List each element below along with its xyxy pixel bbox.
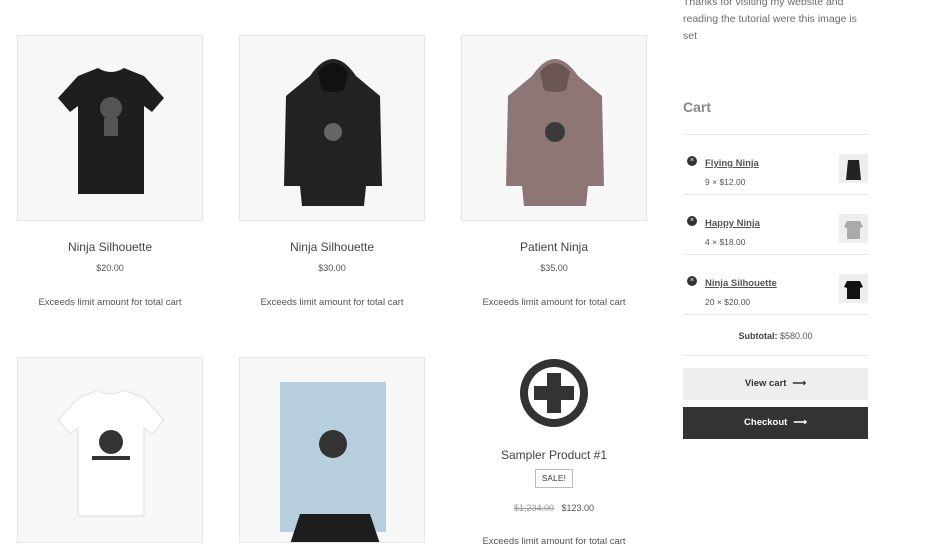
product-note: Exceeds limit amount for total cart	[38, 297, 182, 308]
arrow-right-icon: ⟶	[793, 417, 807, 428]
cart-item-quantity: 4 × $18.00	[705, 237, 746, 247]
product-card: Ninja Silhouette $20.00 Exceeds limit am…	[17, 35, 203, 308]
subtotal-label: Subtotal:	[738, 331, 778, 341]
checkout-button[interactable]: Checkout ⟶	[683, 407, 868, 439]
product-note: Exceeds limit amount for total cart	[482, 297, 626, 308]
product-title[interactable]: Ninja Silhouette	[17, 240, 203, 254]
cart-item-thumbnail	[839, 154, 868, 183]
product-card: Sampler Product #1 SALE! $1,234.00 $123.…	[461, 357, 647, 547]
cart-item-thumbnail	[839, 214, 868, 243]
product-card: Ninja Silhouette $30.00 Exceeds limit am…	[239, 35, 425, 308]
subtotal-value: $580.00	[779, 331, 813, 341]
product-card	[17, 357, 203, 543]
product-title[interactable]: Patient Ninja	[461, 240, 647, 254]
cart-item-name[interactable]: Happy Ninja	[705, 218, 760, 229]
remove-icon[interactable]: ×	[687, 276, 697, 286]
view-cart-button[interactable]: View cart ⟶	[683, 368, 868, 400]
cart-item-quantity: 9 × $12.00	[705, 177, 746, 187]
cart-item-thumbnail	[839, 274, 868, 303]
remove-icon[interactable]: ×	[687, 156, 697, 166]
cart-item-name[interactable]: Flying Ninja	[705, 158, 759, 169]
cart-heading: Cart	[683, 99, 712, 115]
product-price: $35.00	[540, 263, 568, 273]
cart-item: × Flying Ninja 9 × $12.00	[683, 135, 868, 195]
product-image[interactable]	[239, 35, 425, 221]
sale-price: $123.00	[561, 503, 595, 513]
sidebar-intro: Thanks for visiting my website and readi…	[683, 0, 857, 42]
product-image[interactable]	[239, 357, 425, 543]
sale-badge: SALE!	[534, 469, 574, 488]
cart-item-quantity: 20 × $20.00	[705, 297, 751, 307]
product-image[interactable]	[461, 35, 647, 221]
cart-item-name[interactable]: Ninja Silhouette	[705, 278, 777, 289]
arrow-right-icon: ⟶	[792, 378, 807, 389]
old-price: $1,234.00	[513, 503, 554, 513]
product-card: Patient Ninja $35.00 Exceeds limit amoun…	[461, 35, 647, 308]
product-card	[239, 357, 425, 543]
product-image[interactable]	[17, 35, 203, 221]
cart-subtotal: Subtotal: $580.00	[683, 315, 868, 356]
product-title[interactable]: Sampler Product #1	[461, 448, 647, 462]
product-price: $1,234.00 $123.00	[461, 503, 647, 513]
cart-item: × Ninja Silhouette 20 × $20.00	[683, 255, 868, 315]
cart-item: × Happy Ninja 4 × $18.00	[683, 195, 868, 255]
product-price: $20.00	[96, 263, 124, 273]
product-title[interactable]: Ninja Silhouette	[239, 240, 425, 254]
product-image[interactable]	[461, 357, 647, 433]
product-image[interactable]	[17, 357, 203, 543]
remove-icon[interactable]: ×	[687, 216, 697, 226]
product-note: Exceeds limit amount for total cart	[260, 297, 404, 308]
product-note: Exceeds limit amount for total cart	[482, 536, 626, 547]
plus-circle-icon	[520, 359, 588, 427]
product-price: $30.00	[318, 263, 346, 273]
sidebar: Thanks for visiting my website and readi…	[683, 0, 868, 439]
